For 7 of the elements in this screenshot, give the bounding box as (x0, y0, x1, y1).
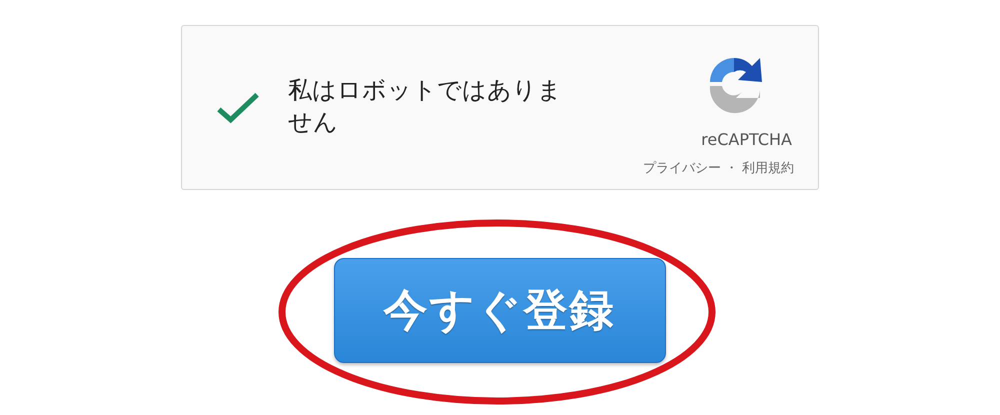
footer-link[interactable]: 利用規約 (742, 159, 794, 177)
register-button[interactable]: 今すぐ登録 (334, 258, 666, 363)
checkbox-label: 私はロボットではありません (288, 74, 563, 138)
separator: ・ (725, 160, 738, 177)
checkmark-icon[interactable] (216, 90, 260, 124)
brand-name: reCAPTCHA (701, 130, 792, 149)
footer-link[interactable]: プライバシー (643, 159, 721, 177)
